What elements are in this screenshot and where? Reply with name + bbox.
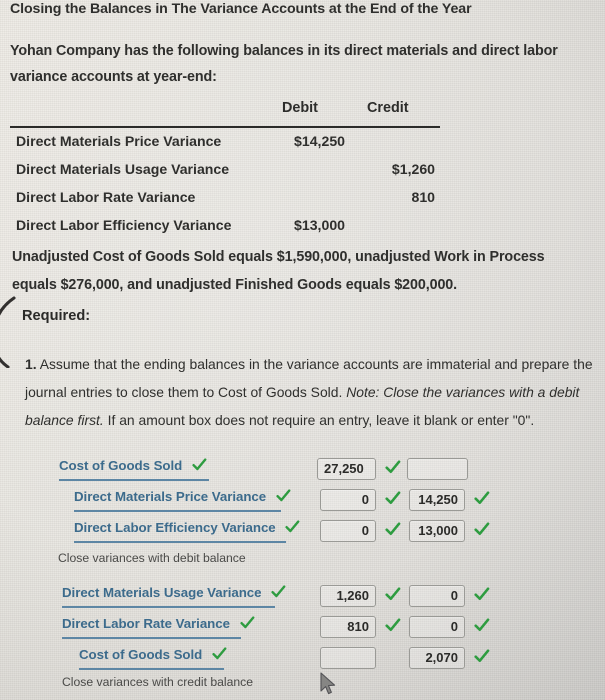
journal-row: Direct Labor Rate Variance 810 0 — [0, 616, 605, 646]
row-debit-value: $14,250 — [294, 133, 345, 149]
journal-row: Cost of Goods Sold 2,070 — [0, 647, 605, 677]
row-account-label: Direct Materials Price Variance — [16, 133, 222, 149]
row-account-label: Direct Labor Efficiency Variance — [16, 217, 232, 233]
account-select-cost-of-goods-sold-credit[interactable]: Cost of Goods Sold — [79, 647, 227, 670]
table-row: Direct Labor Efficiency Variance $13,000 — [10, 214, 440, 240]
unadjusted-balances-paragraph: Unadjusted Cost of Goods Sold equals $1,… — [12, 249, 545, 293]
credit-amount-input[interactable]: 0 — [409, 616, 465, 638]
row-account-label: Direct Materials Usage Variance — [16, 161, 230, 177]
credit-amount-input[interactable]: 13,000 — [409, 520, 465, 542]
requirement-1-text: 1. Assume that the ending balances in th… — [25, 350, 598, 434]
check-icon — [192, 458, 207, 472]
check-icon — [385, 587, 401, 603]
journal-row: Direct Materials Usage Variance 1,260 0 — [0, 585, 605, 615]
table-row: Direct Labor Rate Variance 810 — [10, 186, 440, 212]
page-title: Closing the Balances in The Variance Acc… — [10, 1, 472, 17]
account-select-label: Direct Materials Price Variance — [74, 489, 267, 504]
mouse-cursor-icon — [320, 672, 336, 695]
check-icon — [285, 520, 300, 534]
check-icon — [474, 491, 490, 507]
account-select-direct-materials-usage-variance[interactable]: Direct Materials Usage Variance — [62, 585, 286, 608]
debit-amount-input[interactable]: 27,250 — [317, 458, 376, 480]
ink-annotation-arc — [0, 296, 16, 368]
debit-amount-input[interactable]: 1,260 — [320, 585, 376, 607]
entry-2-caption: Close variances with credit balance — [62, 675, 254, 689]
journal-row: Cost of Goods Sold 27,250 — [0, 458, 605, 488]
check-icon — [474, 618, 490, 634]
required-heading: Required: — [22, 308, 91, 324]
intro-paragraph: Yohan Company has the following balances… — [10, 43, 558, 85]
check-icon — [271, 585, 286, 599]
journal-row: Direct Labor Efficiency Variance 0 13,00… — [0, 520, 605, 550]
account-select-cost-of-goods-sold[interactable]: Cost of Goods Sold — [59, 458, 209, 481]
row-credit-value: $1,260 — [391, 161, 435, 177]
check-icon — [385, 491, 401, 507]
credit-amount-input[interactable]: 14,250 — [409, 489, 465, 511]
column-header-credit: Credit — [367, 100, 409, 116]
balances-table: Debit Credit Direct Materials Price Vari… — [10, 100, 440, 240]
check-icon — [385, 522, 401, 538]
account-select-direct-labor-rate-variance[interactable]: Direct Labor Rate Variance — [62, 616, 254, 639]
credit-amount-input[interactable]: 0 — [409, 585, 465, 607]
debit-amount-input[interactable]: 810 — [320, 616, 376, 638]
account-select-label: Direct Labor Efficiency Variance — [74, 520, 276, 535]
account-select-label: Direct Materials Usage Variance — [62, 585, 262, 600]
debit-amount-input[interactable]: 0 — [320, 520, 376, 542]
check-icon — [385, 460, 401, 476]
account-select-direct-labor-efficiency-variance[interactable]: Direct Labor Efficiency Variance — [74, 520, 300, 543]
account-select-direct-materials-price-variance[interactable]: Direct Materials Price Variance — [74, 489, 291, 512]
account-select-label: Cost of Goods Sold — [59, 458, 183, 473]
debit-amount-input[interactable]: 0 — [320, 489, 376, 511]
check-icon — [474, 649, 490, 665]
entry-1-caption: Close variances with debit balance — [58, 551, 246, 565]
check-icon — [239, 616, 255, 630]
check-icon — [212, 647, 227, 661]
table-header-rule — [10, 126, 440, 128]
table-row: Direct Materials Usage Variance $1,260 — [10, 158, 440, 184]
row-debit-value: $13,000 — [294, 217, 345, 233]
credit-amount-input[interactable]: 2,070 — [409, 647, 465, 669]
requirement-number: 1. — [25, 356, 37, 372]
column-header-debit: Debit — [282, 100, 318, 116]
requirement-part-b: If an amount box does not require an ent… — [103, 412, 535, 428]
table-header-row: Debit Credit — [10, 100, 440, 124]
table-row: Direct Materials Price Variance $14,250 — [10, 130, 440, 156]
journal-row: Direct Materials Price Variance 0 14,250 — [0, 489, 605, 519]
check-icon — [474, 522, 490, 538]
debit-amount-input[interactable] — [320, 647, 376, 669]
row-account-label: Direct Labor Rate Variance — [16, 189, 196, 205]
credit-amount-input[interactable] — [407, 458, 468, 480]
check-icon — [385, 618, 401, 634]
row-credit-value: 810 — [411, 189, 435, 205]
check-icon — [276, 489, 291, 503]
check-icon — [474, 587, 490, 603]
account-select-label: Cost of Goods Sold — [79, 647, 203, 662]
account-select-label: Direct Labor Rate Variance — [62, 616, 230, 631]
